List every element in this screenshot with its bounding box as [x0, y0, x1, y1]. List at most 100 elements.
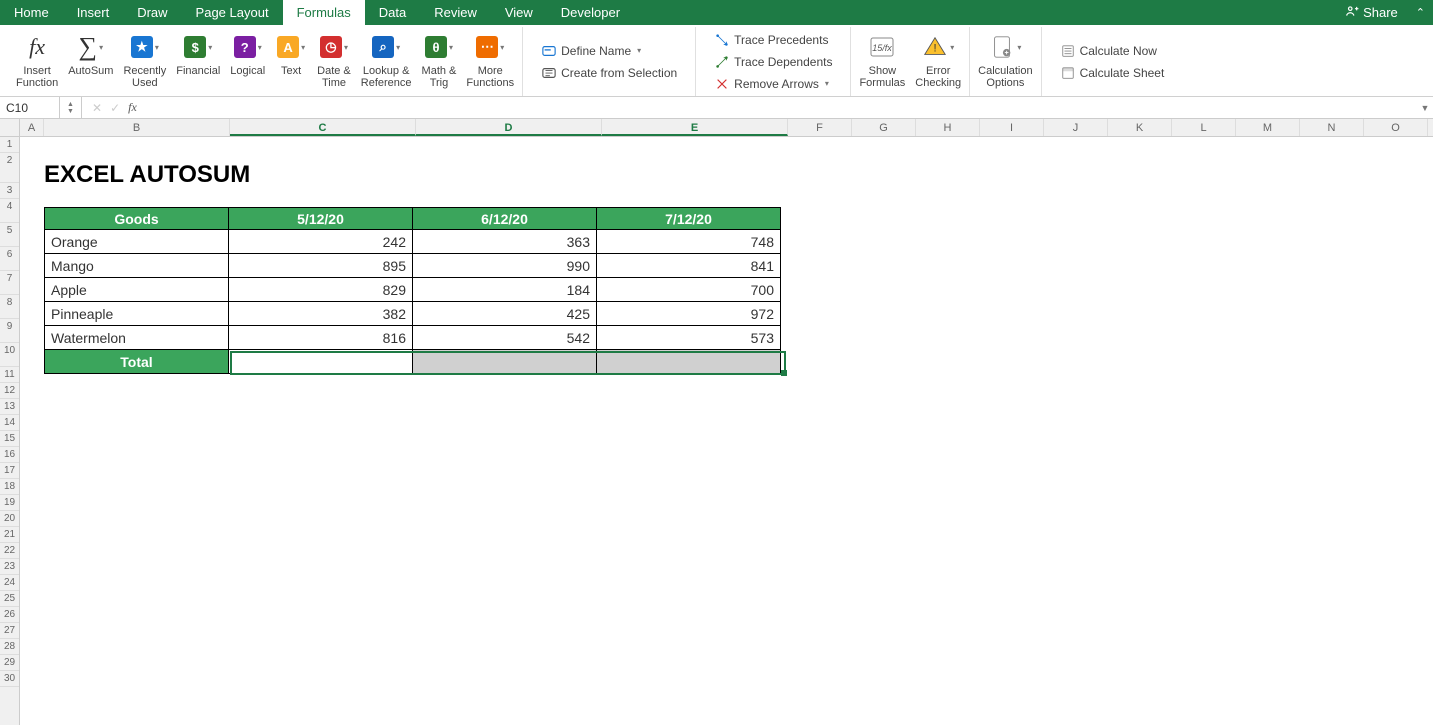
menu-tab-draw[interactable]: Draw — [123, 0, 181, 25]
col-header-B[interactable]: B — [44, 119, 230, 136]
calculate-sheet-button[interactable]: Calculate Sheet — [1054, 63, 1171, 83]
calculate-now-button[interactable]: Calculate Now — [1054, 41, 1171, 61]
row-header-1[interactable]: 1 — [0, 137, 19, 153]
col-header-L[interactable]: L — [1172, 119, 1236, 136]
col-header-I[interactable]: I — [980, 119, 1044, 136]
cell-val[interactable]: 829 — [229, 278, 413, 302]
row-header-28[interactable]: 28 — [0, 639, 19, 655]
cell-val[interactable]: 990 — [413, 254, 597, 278]
row-header-15[interactable]: 15 — [0, 431, 19, 447]
row-header-11[interactable]: 11 — [0, 367, 19, 383]
row-header-24[interactable]: 24 — [0, 575, 19, 591]
row-header-20[interactable]: 20 — [0, 511, 19, 527]
col-header-D[interactable]: D — [416, 119, 602, 136]
menu-tab-insert[interactable]: Insert — [63, 0, 124, 25]
show-formulas-button[interactable]: 15/fx Show Formulas — [855, 29, 909, 91]
row-header-27[interactable]: 27 — [0, 623, 19, 639]
cell-goods[interactable]: Pinneaple — [45, 302, 229, 326]
cancel-icon[interactable]: ✕ — [92, 101, 102, 115]
col-header-E[interactable]: E — [602, 119, 788, 136]
row-header-18[interactable]: 18 — [0, 479, 19, 495]
col-header-G[interactable]: G — [852, 119, 916, 136]
total-d[interactable] — [413, 350, 597, 374]
total-e[interactable] — [597, 350, 781, 374]
col-header-K[interactable]: K — [1108, 119, 1172, 136]
share-button[interactable]: Share — [1335, 4, 1408, 21]
error-checking-button[interactable]: !▾ Error Checking — [911, 29, 965, 91]
cell-val[interactable]: 841 — [597, 254, 781, 278]
create-from-selection-button[interactable]: Create from Selection — [535, 63, 683, 83]
name-box-dropdown[interactable]: ▲▼ — [60, 97, 82, 118]
row-header-8[interactable]: 8 — [0, 295, 19, 319]
lookup-button[interactable]: ⌕▾ Lookup & Reference — [357, 29, 416, 91]
select-all-corner[interactable] — [0, 119, 20, 137]
cell-goods[interactable]: Watermelon — [45, 326, 229, 350]
menu-tab-formulas[interactable]: Formulas — [283, 0, 365, 25]
col-header-N[interactable]: N — [1300, 119, 1364, 136]
menu-tab-home[interactable]: Home — [0, 0, 63, 25]
menu-tab-page-layout[interactable]: Page Layout — [182, 0, 283, 25]
cell-val[interactable]: 363 — [413, 230, 597, 254]
name-box[interactable]: C10 — [0, 97, 60, 118]
cell-val[interactable]: 184 — [413, 278, 597, 302]
enter-icon[interactable]: ✓ — [110, 101, 120, 115]
fx-bar-icon[interactable]: fx — [128, 100, 137, 115]
math-button[interactable]: θ▾ Math & Trig — [418, 29, 461, 91]
cell-val[interactable]: 425 — [413, 302, 597, 326]
row-header-19[interactable]: 19 — [0, 495, 19, 511]
cell-val[interactable]: 816 — [229, 326, 413, 350]
cell-val[interactable]: 895 — [229, 254, 413, 278]
menu-tab-developer[interactable]: Developer — [547, 0, 634, 25]
calculation-options-button[interactable]: ▾ Calculation Options — [974, 29, 1036, 91]
financial-button[interactable]: $▾ Financial — [172, 29, 224, 79]
col-header-M[interactable]: M — [1236, 119, 1300, 136]
row-header-10[interactable]: 10 — [0, 343, 19, 367]
insert-function-button[interactable]: fx Insert Function — [12, 29, 62, 91]
grid[interactable]: 1234567891011121314151617181920212223242… — [0, 137, 1433, 725]
col-header-F[interactable]: F — [788, 119, 852, 136]
row-header-25[interactable]: 25 — [0, 591, 19, 607]
autosum-button[interactable]: ∑▾ AutoSum — [64, 29, 117, 79]
remove-arrows-button[interactable]: Remove Arrows▾ — [708, 74, 838, 94]
row-header-3[interactable]: 3 — [0, 183, 19, 199]
cell-val[interactable]: 748 — [597, 230, 781, 254]
cell-goods[interactable]: Orange — [45, 230, 229, 254]
text-button[interactable]: A▾ Text — [271, 29, 311, 79]
row-header-7[interactable]: 7 — [0, 271, 19, 295]
row-header-14[interactable]: 14 — [0, 415, 19, 431]
menu-tab-data[interactable]: Data — [365, 0, 420, 25]
logical-button[interactable]: ?▾ Logical — [226, 29, 269, 79]
cell-val[interactable]: 382 — [229, 302, 413, 326]
col-header-H[interactable]: H — [916, 119, 980, 136]
row-header-17[interactable]: 17 — [0, 463, 19, 479]
menu-tab-review[interactable]: Review — [420, 0, 491, 25]
row-header-21[interactable]: 21 — [0, 527, 19, 543]
row-header-22[interactable]: 22 — [0, 543, 19, 559]
cell-val[interactable]: 242 — [229, 230, 413, 254]
formula-bar-expand[interactable]: ▼ — [1417, 97, 1433, 118]
row-header-23[interactable]: 23 — [0, 559, 19, 575]
total-c[interactable] — [229, 350, 413, 374]
col-header-C[interactable]: C — [230, 119, 416, 136]
cell-val[interactable]: 573 — [597, 326, 781, 350]
date-time-button[interactable]: ◷▾ Date & Time — [313, 29, 355, 91]
formula-input[interactable] — [147, 97, 1417, 118]
cell-goods[interactable]: Mango — [45, 254, 229, 278]
total-label[interactable]: Total — [45, 350, 229, 374]
row-header-13[interactable]: 13 — [0, 399, 19, 415]
cell-val[interactable]: 542 — [413, 326, 597, 350]
row-header-6[interactable]: 6 — [0, 247, 19, 271]
collapse-ribbon-icon[interactable]: ⌃ — [1408, 6, 1433, 19]
row-header-16[interactable]: 16 — [0, 447, 19, 463]
row-header-26[interactable]: 26 — [0, 607, 19, 623]
row-header-29[interactable]: 29 — [0, 655, 19, 671]
row-header-4[interactable]: 4 — [0, 199, 19, 223]
cell-val[interactable]: 700 — [597, 278, 781, 302]
col-header-O[interactable]: O — [1364, 119, 1428, 136]
define-name-button[interactable]: Define Name▾ — [535, 41, 683, 61]
menu-tab-view[interactable]: View — [491, 0, 547, 25]
col-header-A[interactable]: A — [20, 119, 44, 136]
trace-precedents-button[interactable]: Trace Precedents — [708, 30, 838, 50]
row-header-9[interactable]: 9 — [0, 319, 19, 343]
row-header-2[interactable]: 2 — [0, 153, 19, 183]
